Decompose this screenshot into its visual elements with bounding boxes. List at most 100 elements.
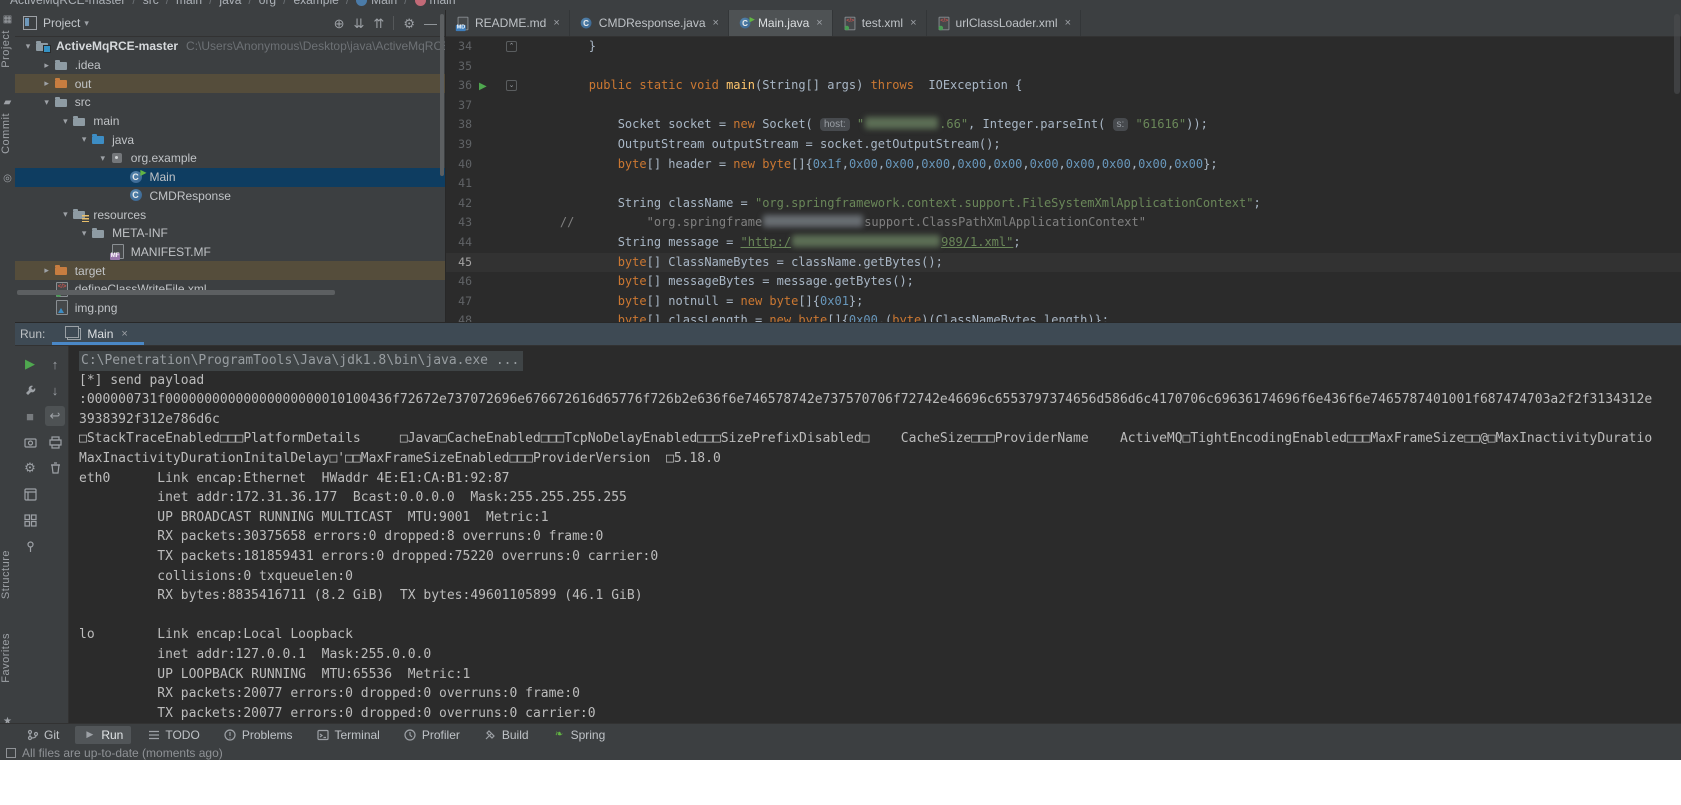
tab-cmdresponse-java[interactable]: CCMDResponse.java× (570, 10, 729, 36)
bottom-bar-item-terminal[interactable]: Terminal (309, 726, 388, 744)
tree-item-meta-inf[interactable]: ▾META-INF (15, 224, 445, 243)
clear-all-icon[interactable] (45, 458, 65, 478)
chevron-expanded-icon[interactable]: ▾ (77, 228, 91, 239)
project-tree: ▾ActiveMqRCE-masterC:\Users\Anonymous\De… (15, 37, 445, 317)
close-icon[interactable]: × (121, 328, 127, 340)
tree-item-java[interactable]: ▾java (15, 130, 445, 149)
chevron-expanded-icon[interactable]: ▾ (58, 116, 72, 127)
line-number: 34 (446, 37, 472, 57)
close-icon[interactable]: × (713, 17, 719, 29)
run-console-output[interactable]: C:\Penetration\ProgramTools\Java\jdk1.8\… (69, 346, 1681, 724)
tree-item-target[interactable]: ▸target (15, 261, 445, 280)
tab-main-java[interactable]: C▶Main.java× (729, 10, 833, 36)
bottom-bar-item-todo[interactable]: TODO (139, 726, 207, 744)
run-line-icon[interactable]: ▶ (479, 77, 487, 97)
bottom-bar-label: Terminal (335, 728, 380, 742)
stop-icon[interactable]: ■ (20, 406, 40, 426)
class-icon (356, 0, 367, 6)
tree-item-resources[interactable]: ▾resources (15, 205, 445, 224)
project-tree-vertical-scrollbar[interactable] (440, 14, 444, 176)
breadcrumb-item[interactable]: ActiveMqRCE-master (10, 0, 125, 7)
toolwindow-icon[interactable]: ▦ (2, 14, 13, 25)
run-toolbar: ▶ ■ ⚙ ↑ ↓ ↩ (15, 346, 69, 724)
stripe-button-favorites[interactable]: Favorites (0, 633, 15, 683)
breadcrumb-item[interactable]: Main (371, 0, 397, 7)
breadcrumb-item[interactable]: org (259, 0, 276, 7)
editor-scrollbar[interactable] (1674, 14, 1680, 94)
chevron-expanded-icon[interactable]: ▾ (58, 209, 72, 220)
hide-icon[interactable]: — (424, 17, 437, 30)
tree-item-img-png[interactable]: img.png (15, 299, 445, 318)
editor-gutter-cell: 44 (446, 233, 531, 253)
tool-window-stripe-left: ▦Project▰Commit◎StructureFavorites★ (0, 10, 16, 723)
project-tree-horizontal-scrollbar[interactable] (17, 290, 335, 295)
breadcrumb-item[interactable]: src (143, 0, 159, 7)
grid-icon[interactable] (20, 510, 40, 530)
chevron-collapsed-icon[interactable]: ▸ (40, 60, 54, 71)
project-panel-title[interactable]: Project (43, 16, 80, 30)
close-icon[interactable]: × (1065, 17, 1071, 29)
chevron-expanded-icon[interactable]: ▾ (77, 134, 91, 145)
fold-marker-icon[interactable]: ⌃ (506, 41, 517, 52)
tree-item--idea[interactable]: ▸.idea (15, 56, 445, 75)
bottom-bar-item-build[interactable]: Build (476, 726, 537, 744)
locate-icon[interactable]: ⊕ (334, 17, 345, 30)
breadcrumb-item[interactable]: example (293, 0, 338, 7)
code-line-40: 40 byte[] header = new byte[]{0x1f,0x00,… (446, 155, 1681, 175)
bottom-bar-item-git[interactable]: Git (18, 726, 67, 744)
restore-layout-icon[interactable] (20, 484, 40, 504)
tab-urlclassloader-xml[interactable]: </>urlClassLoader.xml× (927, 10, 1081, 36)
wrench-icon[interactable] (20, 380, 40, 400)
bottom-bar-item-spring[interactable]: ❧Spring (545, 726, 614, 744)
bottom-bar-item-problems[interactable]: Problems (216, 726, 301, 744)
chevron-expanded-icon[interactable]: ▾ (21, 41, 35, 52)
tree-item-src[interactable]: ▾src (15, 93, 445, 112)
stripe-button-project[interactable]: Project (0, 30, 15, 68)
class-run-icon: C▶ (129, 170, 145, 185)
rerun-icon[interactable]: ▶ (20, 354, 40, 374)
tree-item-main[interactable]: C▶Main (15, 168, 445, 187)
editor-gutter-cell: 34 ⌃ (446, 37, 531, 57)
tab-readme-md[interactable]: MDREADME.md× (446, 10, 570, 36)
folder-icon[interactable]: ▰ (2, 97, 13, 108)
close-icon[interactable]: × (553, 17, 559, 29)
close-icon[interactable]: × (816, 17, 822, 29)
code-editor[interactable]: 34⌃ }3536▶⌄ public static void main(Stri… (446, 37, 1681, 323)
chevron-expanded-icon[interactable]: ▾ (40, 97, 54, 108)
folder-resources-icon (72, 207, 88, 222)
tree-item-cmdresponse[interactable]: CCMDResponse (15, 187, 445, 206)
down-stack-icon[interactable]: ↓ (45, 380, 65, 400)
tree-item-label: ActiveMqRCE-master (56, 39, 178, 53)
camera-icon[interactable] (20, 432, 40, 452)
collapse-all-icon[interactable]: ⇊ (354, 17, 365, 30)
expand-all-icon[interactable]: ⇈ (373, 17, 384, 30)
stripe-button-structure[interactable]: Structure (0, 550, 15, 599)
close-icon[interactable]: × (910, 17, 916, 29)
run-tool-window: Run: Main × ▶■⚙↑↓↩ C:\Penetration\Progra… (15, 322, 1681, 724)
stripe-button-commit[interactable]: Commit (0, 113, 15, 154)
tree-item-main[interactable]: ▾main (15, 112, 445, 131)
up-stack-icon[interactable]: ↑ (45, 354, 65, 374)
pin-icon[interactable] (20, 536, 40, 556)
soft-wrap-icon[interactable]: ↩ (45, 406, 65, 426)
chevron-collapsed-icon[interactable]: ▸ (40, 265, 54, 276)
bottom-bar-item-run[interactable]: ▶Run (75, 726, 131, 744)
breadcrumb-item[interactable]: main (176, 0, 202, 7)
pin-icon[interactable]: ◎ (2, 173, 13, 184)
chevron-collapsed-icon[interactable]: ▸ (40, 78, 54, 89)
console-line: :000000731f00000000000000000000010100436… (79, 390, 1681, 410)
tree-item-org-example[interactable]: ▾org.example (15, 149, 445, 168)
tab-test-xml[interactable]: </>test.xml× (833, 10, 927, 36)
tree-item-manifest-mf[interactable]: MFMANIFEST.MF (15, 243, 445, 262)
breadcrumb-item[interactable]: java (219, 0, 241, 7)
chevron-down-icon[interactable]: ▾ (84, 18, 89, 29)
fold-marker-icon[interactable]: ⌄ (506, 80, 517, 91)
print-icon[interactable] (45, 432, 65, 452)
tree-item-out[interactable]: ▸out (15, 74, 445, 93)
tree-item-activemqrce-master[interactable]: ▾ActiveMqRCE-masterC:\Users\Anonymous\De… (15, 37, 445, 56)
chevron-expanded-icon[interactable]: ▾ (96, 153, 110, 164)
settings-icon[interactable]: ⚙ (403, 17, 415, 30)
bottom-bar-item-profiler[interactable]: Profiler (396, 726, 468, 744)
breadcrumb-item[interactable]: main (430, 0, 456, 7)
gear-icon[interactable]: ⚙ (20, 458, 40, 478)
